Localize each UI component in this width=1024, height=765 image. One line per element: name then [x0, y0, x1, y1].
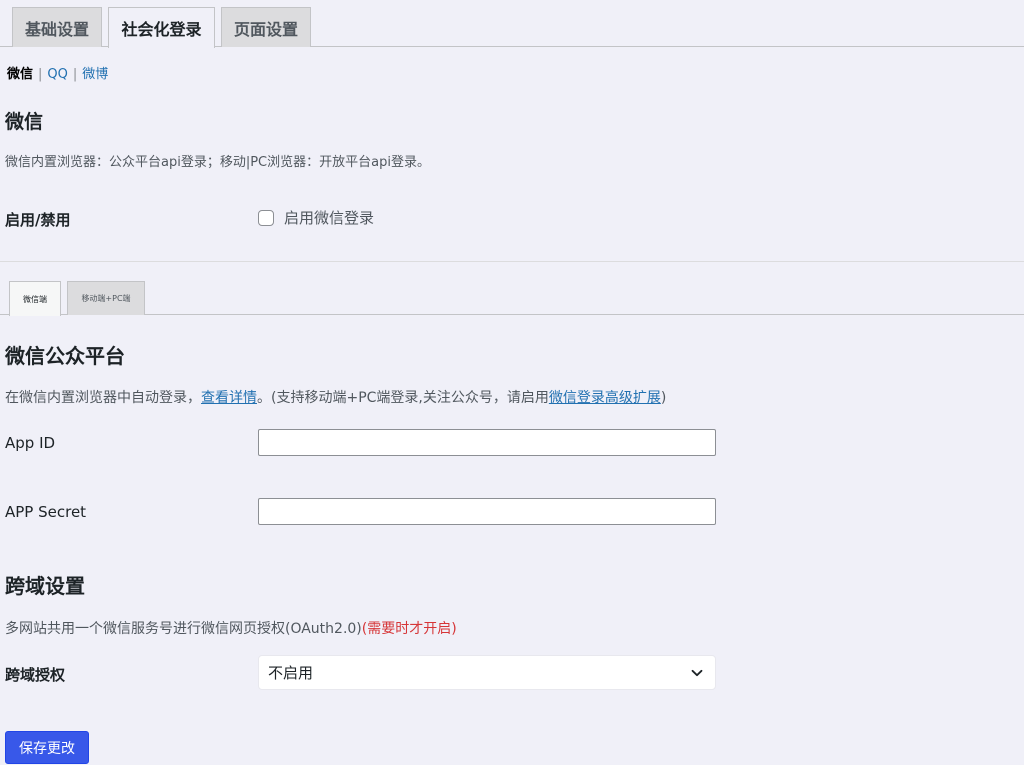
wechat-mp-description: 在微信内置浏览器中自动登录，查看详情。(支持移动端+PC端登录,关注公众号，请启…	[5, 387, 666, 407]
cross-domain-auth-selected-value: 不启用	[268, 664, 314, 682]
wechat-mp-desc-prefix: 在微信内置浏览器中自动登录，	[5, 390, 201, 406]
enable-disable-label: 启用/禁用	[5, 211, 71, 229]
tab-basic-settings[interactable]: 基础设置	[12, 7, 102, 47]
wechat-section-description: 微信内置浏览器：公众平台api登录；移动|PC浏览器：开放平台api登录。	[5, 155, 430, 170]
app-secret-input[interactable]	[258, 498, 716, 525]
enable-wechat-checkbox-label[interactable]: 启用微信登录	[284, 207, 374, 228]
enable-wechat-checkbox[interactable]	[258, 209, 274, 226]
subnav-qq-link[interactable]: QQ	[47, 67, 67, 82]
cross-domain-desc-text: 多网站共用一个微信服务号进行微信网页授权(OAuth2.0)	[5, 621, 362, 637]
save-changes-button[interactable]: 保存更改	[5, 731, 89, 764]
chevron-down-icon	[691, 669, 703, 677]
app-id-input[interactable]	[258, 429, 716, 456]
subnav-wechat[interactable]: 微信	[7, 67, 33, 82]
client-tabs: 微信端 移动端+PC端	[0, 281, 1024, 316]
advanced-extension-link[interactable]: 微信登录高级扩展	[549, 390, 661, 406]
cross-domain-auth-label: 跨域授权	[5, 666, 66, 684]
tab-social-login[interactable]: 社会化登录	[108, 7, 215, 48]
app-id-label: App ID	[5, 434, 56, 452]
tab-page-settings[interactable]: 页面设置	[221, 7, 311, 47]
app-secret-label: APP Secret	[5, 503, 87, 521]
cross-domain-title: 跨域设置	[5, 574, 85, 598]
main-tabs: 基础设置 社会化登录 页面设置	[0, 0, 1024, 48]
enable-wechat-option: 启用微信登录	[258, 207, 374, 228]
section-divider	[0, 261, 1024, 262]
tab-mobile-pc-client[interactable]: 移动端+PC端	[67, 281, 145, 315]
cross-domain-warning: (需要时才开启)	[361, 621, 457, 637]
wechat-section-title: 微信	[5, 111, 44, 133]
sub-navigation: 微信 | QQ | 微博	[7, 63, 108, 82]
view-details-link[interactable]: 查看详情	[201, 390, 257, 406]
wechat-mp-desc-suffix: )	[660, 390, 667, 406]
tab-wechat-client[interactable]: 微信端	[9, 281, 61, 316]
subnav-separator: |	[72, 67, 78, 82]
cross-domain-description: 多网站共用一个微信服务号进行微信网页授权(OAuth2.0)(需要时才开启)	[5, 618, 457, 638]
wechat-mp-title: 微信公众平台	[5, 344, 125, 368]
subnav-weibo-link[interactable]: 微博	[82, 67, 108, 82]
wechat-mp-desc-middle: 。(支持移动端+PC端登录,关注公众号，请启用	[257, 390, 549, 406]
subnav-separator: |	[38, 67, 43, 82]
cross-domain-auth-select[interactable]: 不启用	[258, 655, 716, 690]
